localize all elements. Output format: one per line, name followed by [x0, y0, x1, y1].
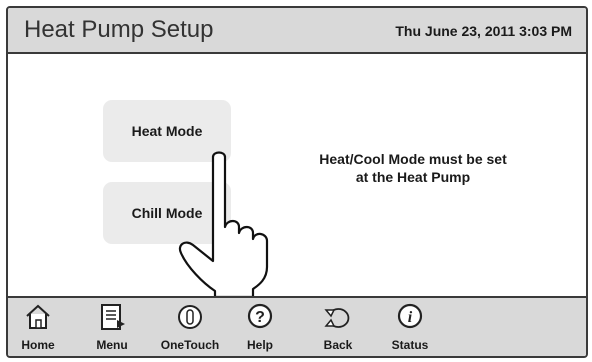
menu-icon [101, 304, 125, 330]
page-title: Heat Pump Setup [24, 16, 214, 43]
nav-status-label: Status [391, 338, 429, 352]
message-line-1: Heat/Cool Mode must be set [319, 151, 507, 167]
message-line-2: at the Heat Pump [355, 169, 471, 185]
nav-menu-button[interactable]: Menu [82, 302, 142, 354]
date-time: Thu June 23, 2011 3:03 PM [395, 23, 572, 39]
main-content: Heat Mode Chill Mode Heat/Cool Mode must… [8, 54, 586, 299]
nav-help-button[interactable]: ? Help [230, 302, 290, 354]
bottom-nav-bar: Home Menu OneTouch ? Help Back i Status [8, 296, 586, 356]
mode-info-message: Heat/Cool Mode must be set at the Heat P… [278, 150, 548, 186]
onetouch-icon [178, 305, 202, 329]
status-icon: i [397, 303, 423, 329]
nav-onetouch-label: OneTouch [160, 338, 220, 352]
header-bar: Heat Pump Setup Thu June 23, 2011 3:03 P… [8, 8, 586, 54]
help-icon: ? [247, 303, 273, 329]
pointing-hand-icon [178, 151, 269, 299]
heat-mode-label: Heat Mode [131, 123, 203, 139]
nav-onetouch-button[interactable]: OneTouch [160, 302, 220, 354]
nav-help-label: Help [246, 338, 273, 352]
nav-home-button[interactable]: Home [8, 302, 68, 354]
svg-text:i: i [408, 309, 413, 326]
nav-home-label: Home [21, 338, 55, 352]
nav-menu-label: Menu [96, 338, 128, 352]
svg-text:?: ? [255, 309, 265, 326]
nav-back-button[interactable]: Back [308, 302, 368, 354]
touchscreen-panel: Heat Pump Setup Thu June 23, 2011 3:03 P… [6, 6, 588, 358]
nav-back-label: Back [323, 338, 353, 352]
nav-status-button[interactable]: i Status [380, 302, 440, 354]
home-icon [26, 304, 50, 329]
back-icon [324, 308, 350, 328]
